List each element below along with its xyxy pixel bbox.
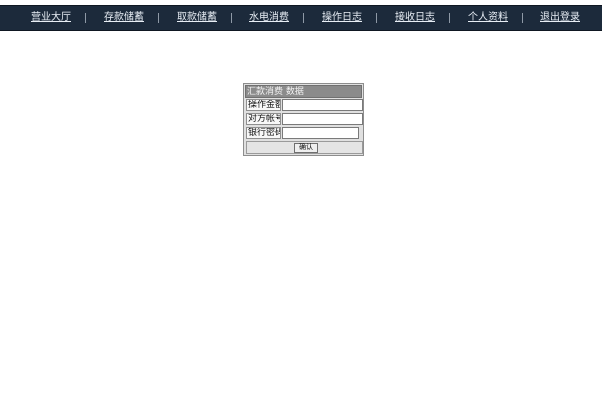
nav-separator	[376, 13, 377, 23]
recipient-account-label: 对方帐号	[246, 113, 281, 125]
nav-separator	[158, 13, 159, 23]
bank-page: 营业大厅 存款储蓄 取款储蓄 水电消费 操作日志 接收日志 个人资料 退出登录 …	[0, 0, 602, 400]
nav-link-deposit[interactable]: 存款储蓄	[104, 12, 144, 24]
nav-separator	[85, 13, 86, 23]
nav-link-withdraw[interactable]: 取款储蓄	[177, 12, 217, 24]
nav-link-received-log[interactable]: 接收日志	[395, 12, 435, 24]
amount-label: 操作金额	[246, 99, 281, 111]
nav-separator	[449, 13, 450, 23]
confirm-button[interactable]: 确认	[294, 143, 318, 153]
nav-link-logout[interactable]: 退出登录	[540, 12, 580, 24]
nav-separator	[231, 13, 232, 23]
button-row: 确认	[246, 141, 363, 154]
nav-link-utility-payment[interactable]: 水电消费	[249, 12, 289, 24]
bank-password-label: 银行密码	[246, 127, 281, 139]
nav-link-business-hall[interactable]: 营业大厅	[31, 12, 71, 24]
bank-password-input[interactable]	[282, 127, 359, 139]
nav-link-operation-log[interactable]: 操作日志	[322, 12, 362, 24]
recipient-account-input[interactable]	[282, 113, 363, 125]
transfer-form: 汇款消费 数据 操作金额 对方帐号 银行密码 确认	[243, 83, 364, 156]
form-title: 汇款消费 数据	[245, 85, 362, 98]
nav-separator	[303, 13, 304, 23]
nav-separator	[522, 13, 523, 23]
nav-link-profile[interactable]: 个人资料	[468, 12, 508, 24]
amount-input[interactable]	[282, 99, 363, 111]
top-navigation: 营业大厅 存款储蓄 取款储蓄 水电消费 操作日志 接收日志 个人资料 退出登录	[0, 5, 602, 31]
